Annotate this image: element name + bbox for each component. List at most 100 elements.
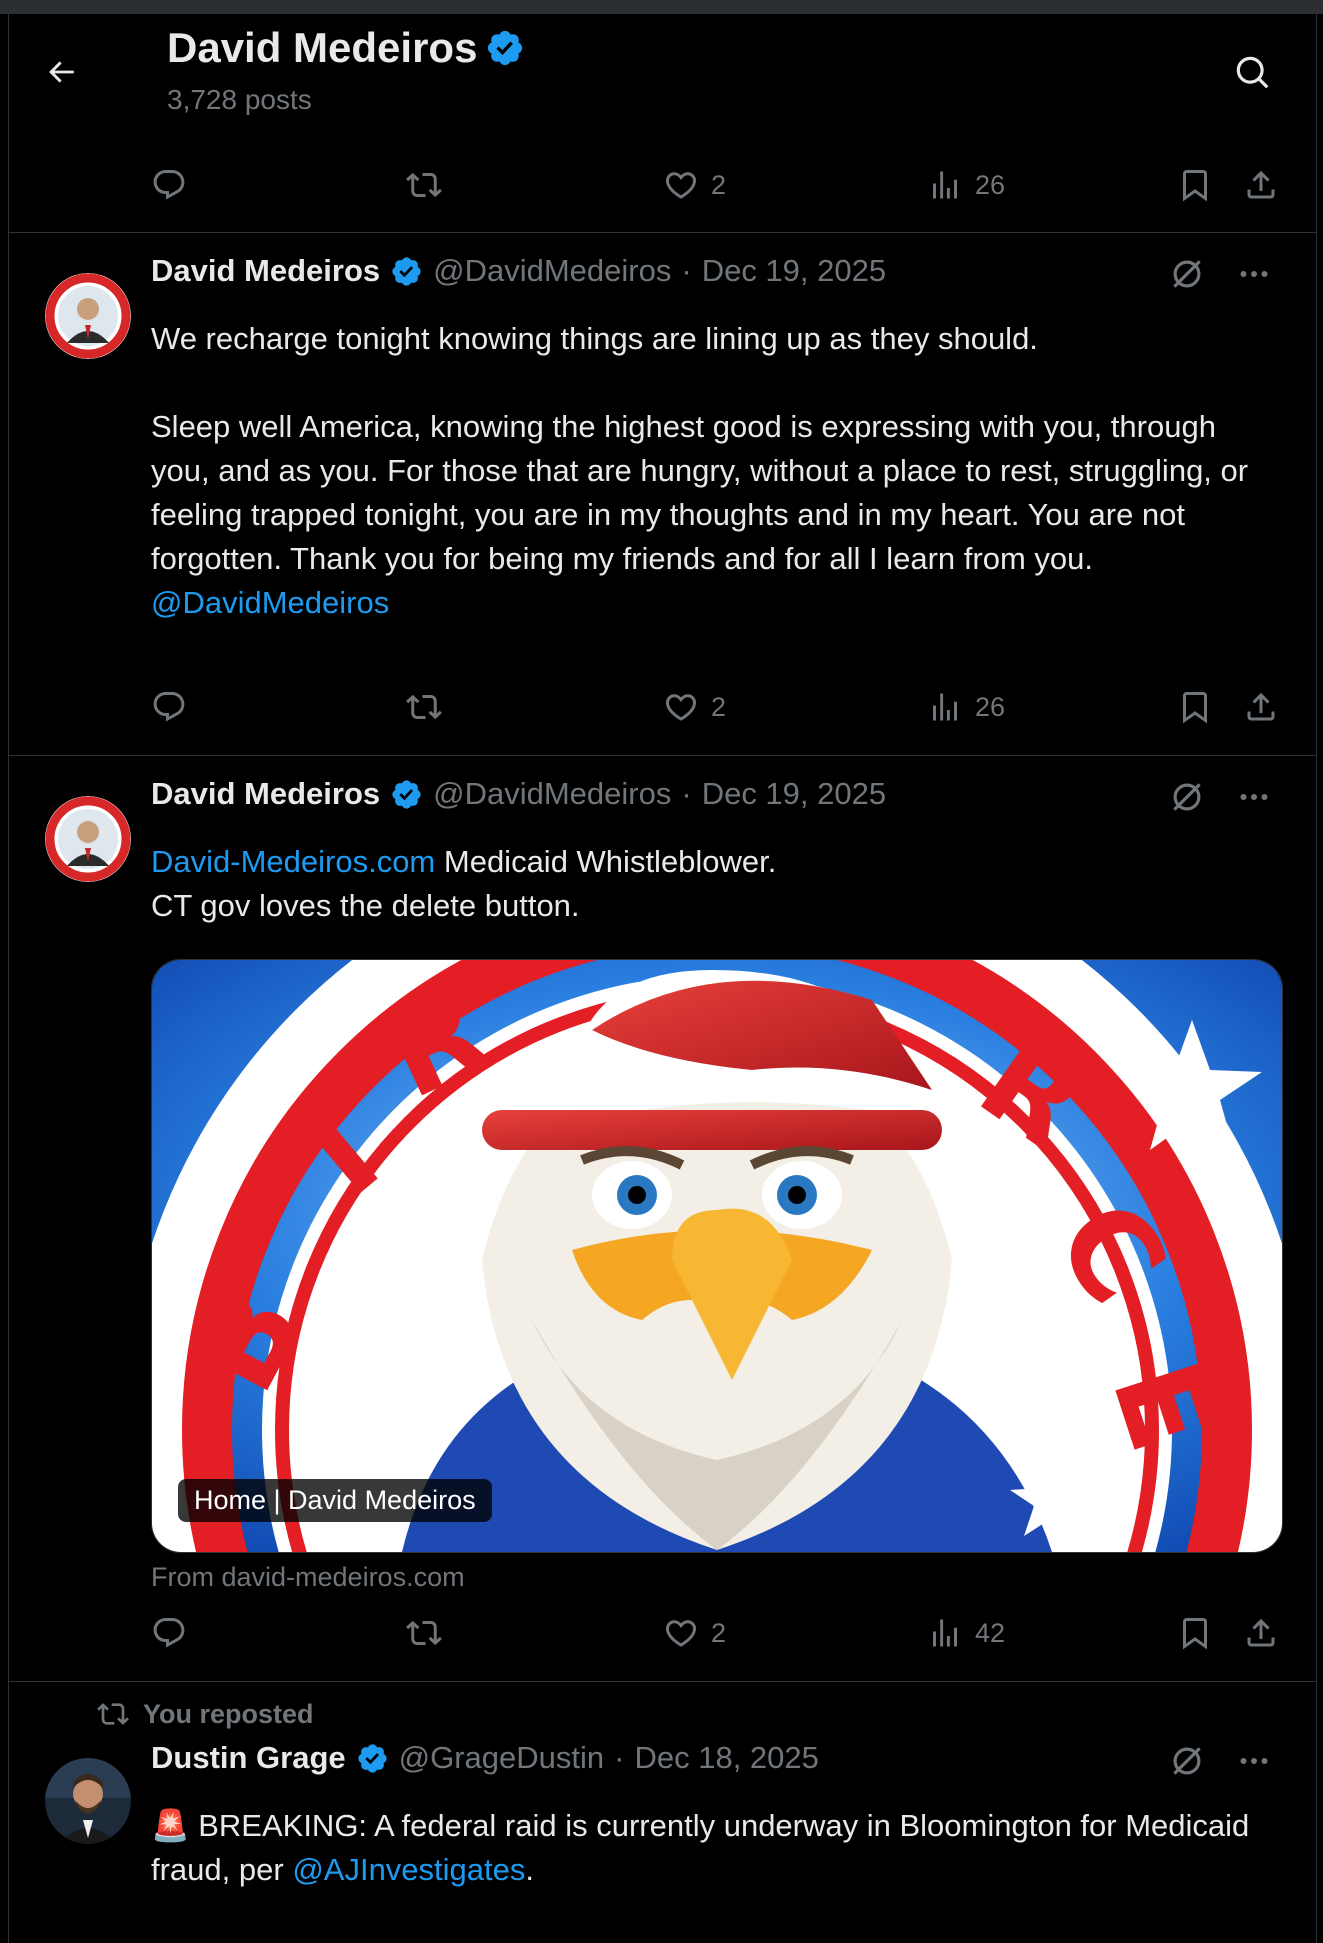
like-count: 2 [711,691,727,722]
views-button[interactable]: 42 [927,1608,1005,1658]
tweet-date[interactable]: Dec 19, 2025 [702,253,886,289]
avatar[interactable] [45,1758,131,1844]
verified-badge-icon [488,30,523,66]
repost-icon [406,694,442,720]
share-icon [1247,692,1275,721]
like-button[interactable]: 2 [663,1608,726,1658]
mention-link[interactable]: @AJInvestigates [292,1852,525,1887]
repost-label[interactable]: You reposted [143,1699,314,1730]
repost-button[interactable] [406,1608,442,1658]
views-count: 26 [975,691,1006,722]
repost-indicator: You reposted [97,1698,314,1730]
mention-link[interactable]: @DavidMedeiros [151,581,1271,625]
tweet-header: David Medeiros @DavidMedeiros · Dec 19, … [151,253,886,289]
tweet[interactable]: David Medeiros @DavidMedeiros · Dec 19, … [9,233,1316,755]
search-icon [1236,56,1269,89]
reply-button[interactable] [151,1608,187,1658]
like-icon [665,1620,697,1647]
tweet[interactable]: You reposted Dustin Grage @GrageDustin ·… [9,1682,1316,1943]
views-count: 42 [975,1617,1006,1648]
repost-icon [97,1703,129,1725]
website-link[interactable]: David-Medeiros.com [151,844,435,879]
bookmark-icon [1183,170,1207,202]
more-icon[interactable] [1236,1743,1272,1779]
separator: · [681,253,692,288]
tweet-actions: 2 42 [9,1608,1316,1658]
search-button[interactable] [1230,50,1276,96]
reply-icon [153,1618,185,1648]
views-count: 26 [975,169,1006,200]
verified-badge-icon [358,1743,387,1773]
grok-icon[interactable] [1168,255,1206,293]
reply-button[interactable] [151,682,187,732]
share-button[interactable] [1243,160,1279,210]
tweet-header: David Medeiros @DavidMedeiros · Dec 19, … [151,776,886,812]
verified-badge-icon [392,256,421,286]
share-button[interactable] [1243,1608,1279,1658]
link-card-title: Home | David Medeiros [178,1479,492,1522]
back-arrow-icon [49,61,74,83]
tweet-header: Dustin Grage @GrageDustin · Dec 18, 2025 [151,1740,819,1776]
repost-button[interactable] [406,682,442,732]
views-icon [933,171,957,199]
reply-icon [153,692,185,722]
views-button[interactable]: 26 [927,682,1005,732]
tweet[interactable]: David Medeiros @DavidMedeiros · Dec 19, … [9,756,1316,1681]
author-name[interactable]: Dustin Grage [151,1740,346,1776]
link-card-image: B I R R C E [152,960,1282,1552]
reply-button[interactable] [151,160,187,210]
author-name[interactable]: David Medeiros [151,776,380,812]
tweet-text: 🚨 BREAKING: A federal raid is currently … [151,1804,1271,1892]
timeline-frame: David Medeiros 3,728 posts 2 26 David Me… [8,14,1317,1943]
tweet-date[interactable]: Dec 18, 2025 [634,1740,818,1776]
tweet-line: Medicaid Whistleblower. [435,844,777,879]
tweet-header-actions [1168,255,1272,293]
like-icon [665,694,697,721]
repost-icon [406,172,442,198]
views-button[interactable]: 26 [927,160,1005,210]
back-button[interactable] [39,50,83,94]
bookmark-button[interactable] [1177,160,1213,210]
views-icon [933,1619,957,1647]
separator: · [681,776,692,811]
tweet-header-actions [1168,1742,1272,1780]
posts-count: 3,728 posts [167,84,312,115]
tweet-line: CT gov loves the delete button. [151,888,580,923]
author-handle[interactable]: @DavidMedeiros [433,776,671,812]
link-card-source[interactable]: From david-medeiros.com [151,1562,465,1593]
share-icon [1247,1618,1275,1647]
verified-badge-icon [392,779,421,809]
repost-button[interactable] [406,160,442,210]
bookmark-button[interactable] [1177,1608,1213,1658]
avatar[interactable] [45,796,131,882]
like-button[interactable]: 2 [663,160,726,210]
header-title: David Medeiros [167,24,525,72]
tweet-text: We recharge tonight knowing things are l… [151,317,1271,625]
share-button[interactable] [1243,682,1279,732]
window-top-strip [0,0,1323,14]
views-icon [933,693,957,721]
avatar[interactable] [45,273,131,359]
share-icon [1247,170,1275,199]
bookmark-button[interactable] [1177,682,1213,732]
repost-icon [406,1620,442,1646]
author-name[interactable]: David Medeiros [151,253,380,289]
separator: · [614,1740,625,1775]
reply-icon [153,170,185,200]
tweet-date[interactable]: Dec 19, 2025 [702,776,886,812]
link-card[interactable]: B I R R C E Home | David Medeiros [151,959,1283,1553]
more-icon[interactable] [1236,256,1272,292]
tweet-header-actions [1168,778,1272,816]
like-button[interactable]: 2 [663,682,726,732]
more-icon[interactable] [1236,779,1272,815]
author-handle[interactable]: @DavidMedeiros [433,253,671,289]
tweet-actions: 2 26 [9,682,1316,732]
tweet-line: We recharge tonight knowing things are l… [151,321,1038,356]
header-name: David Medeiros [167,24,478,71]
author-handle[interactable]: @GrageDustin [399,1740,605,1776]
like-count: 2 [711,169,727,200]
profile-header: David Medeiros 3,728 posts [9,14,1316,128]
grok-icon[interactable] [1168,778,1206,816]
like-icon [665,172,697,199]
grok-icon[interactable] [1168,1742,1206,1780]
